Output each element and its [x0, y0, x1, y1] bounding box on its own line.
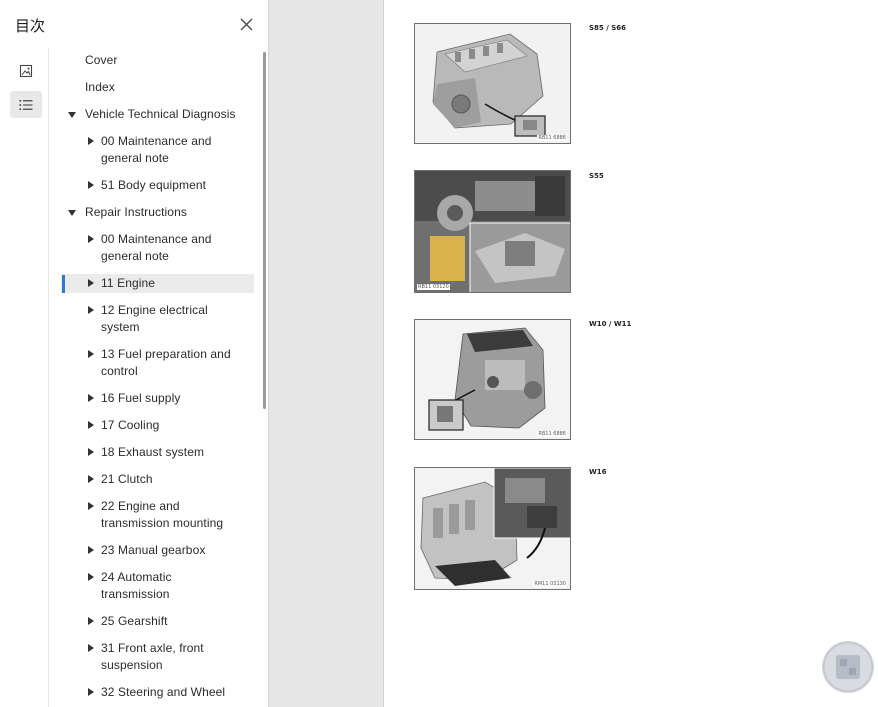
toc-item-label: Vehicle Technical Diagnosis — [85, 107, 236, 121]
toc-item-label: transmission mounting — [101, 516, 224, 530]
toc-item-label: 25 Gearshift — [101, 614, 168, 628]
toc-item[interactable]: Vehicle Technical Diagnosis — [85, 106, 236, 123]
toc-item[interactable]: Cover — [85, 52, 118, 69]
toc-item[interactable]: 11 Engine — [101, 275, 155, 292]
figure-label: W16 — [589, 468, 607, 476]
toc-item-label: 51 Body equipment — [101, 178, 207, 192]
toc-item[interactable]: 31 Front axle, front suspension — [101, 640, 204, 674]
collapse-arrow-icon[interactable] — [68, 210, 76, 216]
toc-item-label: 00 Maintenance and — [101, 232, 212, 246]
toc-item-label: 24 Automatic — [101, 570, 172, 584]
expand-arrow-icon[interactable] — [88, 546, 94, 554]
toc-item-label: 12 Engine electrical — [101, 303, 208, 317]
floating-action-button[interactable] — [822, 641, 874, 693]
expand-arrow-icon[interactable] — [88, 573, 94, 581]
toc-item[interactable]: 13 Fuel preparation and control — [101, 346, 231, 380]
engine-figure-1: RB11 6886 — [414, 23, 571, 144]
toc-item[interactable]: 16 Fuel supply — [101, 390, 180, 407]
toc-item-label: 13 Fuel preparation and — [101, 347, 231, 361]
expand-arrow-icon[interactable] — [88, 181, 94, 189]
expand-arrow-icon[interactable] — [88, 235, 94, 243]
toc-item-label: control — [101, 364, 138, 378]
toc-item-label: 32 Steering and Wheel — [101, 685, 226, 699]
close-icon — [240, 18, 253, 31]
sidebar-title: 目次 — [15, 17, 46, 35]
toc-item-label: transmission — [101, 587, 170, 601]
toc-item[interactable]: 23 Manual gearbox — [101, 542, 205, 559]
engine-illustration — [415, 24, 570, 143]
expand-arrow-icon[interactable] — [88, 644, 94, 652]
toc-item-label: 21 Clutch — [101, 472, 153, 486]
figure-code: RB11 03120 — [417, 284, 450, 290]
toc-item-label: general note — [101, 151, 169, 165]
expand-arrow-icon[interactable] — [88, 688, 94, 696]
toc-item-label: 11 Engine — [101, 276, 156, 290]
figure-code: RB11 6886 — [537, 431, 567, 437]
expand-arrow-icon[interactable] — [88, 448, 94, 456]
toc-item-label: 22 Engine and — [101, 499, 180, 513]
figure-label: S85 / S66 — [589, 24, 626, 32]
toc-item[interactable]: 24 Automatic transmission — [101, 569, 172, 603]
table-of-contents: Cover Index Vehicle Technical Diagnosis 00 … — [50, 48, 262, 707]
toc-item-label: general note — [101, 249, 169, 263]
toc-item-label: system — [101, 320, 140, 334]
sidebar-rail — [0, 48, 49, 707]
expand-arrow-icon[interactable] — [88, 475, 94, 483]
toc-item-label: 16 Fuel supply — [101, 391, 181, 405]
engine-photo — [415, 171, 570, 292]
expand-arrow-icon[interactable] — [88, 279, 94, 287]
toc-item-label: suspension — [101, 658, 163, 672]
expand-arrow-icon[interactable] — [88, 617, 94, 625]
thumbnails-button[interactable] — [10, 57, 42, 84]
outline-button[interactable] — [10, 91, 42, 118]
list-icon — [19, 99, 33, 110]
toc-item-label: 00 Maintenance and — [101, 134, 212, 148]
expand-arrow-icon[interactable] — [88, 137, 94, 145]
toc-item[interactable]: 51 Body equipment — [101, 177, 206, 194]
toc-item-label: 18 Exhaust system — [101, 445, 205, 459]
engine-figure-3: RB11 6886 — [414, 319, 571, 440]
toc-item-label: 31 Front axle, front — [101, 641, 204, 655]
expand-arrow-icon[interactable] — [88, 350, 94, 358]
document-page: RB11 6886 S85 / S66 RB11 03120 S55 RB11 … — [383, 0, 878, 707]
toc-item-label: Repair Instructions — [85, 205, 187, 219]
toc-item-label: Index — [85, 80, 115, 94]
expand-arrow-icon[interactable] — [88, 394, 94, 402]
toc-item[interactable]: 32 Steering and Wheel — [101, 684, 225, 701]
figure-label: W10 / W11 — [589, 320, 632, 328]
toc-item[interactable]: 00 Maintenance and general note — [101, 133, 212, 167]
sidebar-header: 目次 — [0, 0, 268, 48]
engine-figure-2: RB11 03120 — [414, 170, 571, 293]
toc-scrollbar[interactable] — [263, 52, 266, 409]
engine-illustration — [415, 320, 570, 439]
toc-item[interactable]: Index — [85, 79, 115, 96]
engine-figure-4: RM11 03130 — [414, 467, 571, 590]
toc-item[interactable]: 25 Gearshift — [101, 613, 168, 630]
toc-item[interactable]: 18 Exhaust system — [101, 444, 204, 461]
toc-item-label: 23 Manual gearbox — [101, 543, 206, 557]
image-icon — [19, 64, 33, 77]
toc-item[interactable]: 12 Engine electrical system — [101, 302, 208, 336]
toc-item[interactable]: 21 Clutch — [101, 471, 153, 488]
expand-arrow-icon[interactable] — [88, 421, 94, 429]
expand-arrow-icon[interactable] — [88, 502, 94, 510]
toc-item[interactable]: 00 Maintenance and general note — [101, 231, 212, 265]
assistant-icon — [823, 642, 873, 692]
outline-sidebar: 目次 Cover Index Vehicle Technical Diagnosis… — [0, 0, 269, 707]
figure-code: RB11 6886 — [537, 135, 567, 141]
close-sidebar-button[interactable] — [236, 14, 258, 36]
engine-illustration — [415, 468, 570, 589]
toc-item[interactable]: 17 Cooling — [101, 417, 159, 434]
toc-item-label: Cover — [85, 53, 118, 67]
expand-arrow-icon[interactable] — [88, 306, 94, 314]
toc-item[interactable]: Repair Instructions — [85, 204, 187, 221]
selection-indicator — [62, 275, 65, 293]
collapse-arrow-icon[interactable] — [68, 112, 76, 118]
figure-label: S55 — [589, 172, 604, 180]
toc-item-label: 17 Cooling — [101, 418, 160, 432]
figure-code: RM11 03130 — [533, 581, 567, 587]
toc-item[interactable]: 22 Engine and transmission mounting — [101, 498, 223, 532]
